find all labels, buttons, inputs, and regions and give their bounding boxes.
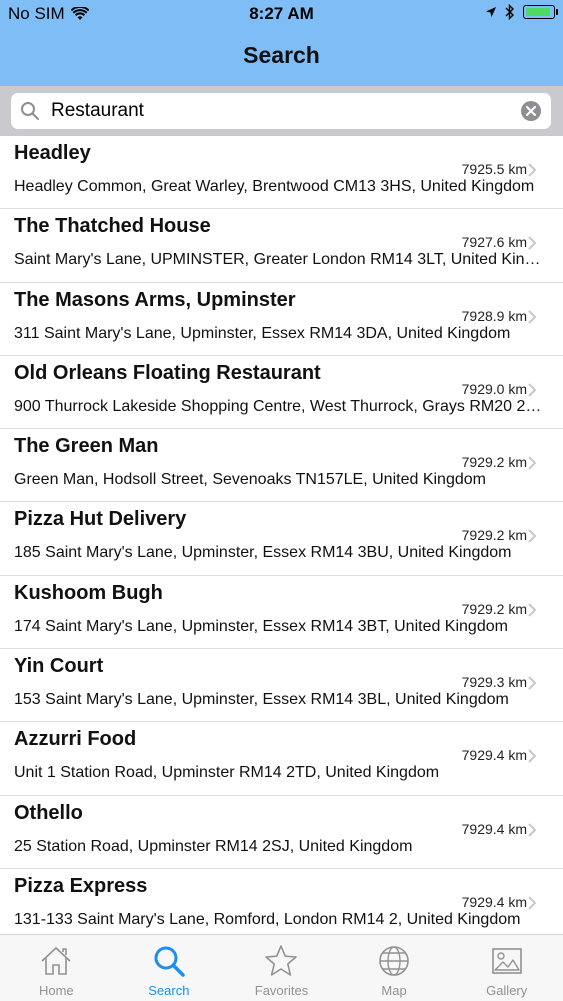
location-arrow-icon (486, 7, 496, 17)
chevron-right-icon (528, 163, 537, 177)
result-distance: 7927.6 km (461, 234, 527, 251)
search-icon (154, 946, 185, 977)
result-name: Kushoom Bugh (14, 581, 163, 604)
result-address: Headley Common, Great Warley, Brentwood … (14, 178, 535, 195)
result-row[interactable]: The Masons Arms, Upminster 7928.9 km 311… (0, 283, 563, 356)
result-name: Pizza Hut Delivery (14, 508, 187, 531)
tab-label: Favorites (254, 983, 309, 998)
bluetooth-icon (505, 4, 514, 20)
clear-search-button[interactable] (521, 101, 541, 121)
tab-label: Search (148, 983, 190, 998)
chevron-right-icon (528, 676, 537, 690)
result-distance: 7929.4 km (461, 820, 527, 837)
result-distance: 7929.2 km (461, 454, 527, 471)
home-icon (41, 946, 71, 975)
result-name: Othello (14, 801, 83, 824)
chevron-right-icon (528, 822, 537, 837)
tab-label: Gallery (486, 983, 528, 998)
result-name: Yin Court (14, 655, 104, 678)
status-right (485, 4, 558, 20)
results-list: Headley 7925.5 km Headley Common, Great … (0, 136, 563, 943)
status-bar: No SIM 8:27 AM (0, 0, 563, 28)
result-distance: 7929.2 km (461, 527, 527, 544)
result-row[interactable]: Headley 7925.5 km Headley Common, Great … (0, 136, 563, 210)
result-address: 25 Station Road, Upminster RM14 2SJ, Uni… (14, 837, 413, 855)
chevron-right-icon (528, 309, 537, 324)
search-field[interactable] (11, 93, 551, 129)
result-row[interactable]: Azzurri Food 7929.4 km Unit 1 Station Ro… (0, 722, 563, 796)
result-name: Old Orleans Floating Restaurant (14, 361, 321, 384)
search-icon (21, 102, 39, 120)
result-row[interactable]: Old Orleans Floating Restaurant 7929.0 k… (0, 356, 563, 430)
tab-label: Home (38, 983, 74, 998)
result-distance: 7929.2 km (461, 600, 527, 617)
result-address: 311 Saint Mary's Lane, Upminster, Essex … (14, 324, 511, 342)
tab-favorites[interactable]: Favorites (225, 935, 338, 1001)
result-distance: 7925.5 km (461, 161, 527, 177)
result-address: 131-133 Saint Mary's Lane, Romford, Lond… (14, 910, 521, 928)
result-distance: 7929.0 km (461, 380, 527, 397)
result-address: 185 Saint Mary's Lane, Upminster, Essex … (14, 544, 512, 562)
chevron-right-icon (528, 749, 537, 764)
battery-icon (523, 5, 558, 19)
result-row[interactable]: The Green Man 7929.2 km Green Man, Hodso… (0, 429, 563, 503)
result-address: 174 Saint Mary's Lane, Upminster, Essex … (14, 617, 508, 635)
result-distance: 7929.3 km (461, 674, 527, 691)
result-row[interactable]: Othello 7929.4 km 25 Station Road, Upmin… (0, 796, 563, 869)
result-row[interactable]: Pizza Express 7929.4 km 131-133 Saint Ma… (0, 869, 563, 943)
result-address: Saint Mary's Lane, UPMINSTER, Greater Lo… (14, 251, 546, 269)
page-title: Search (243, 42, 320, 68)
result-address: 900 Thurrock Lakeside Shopping Centre, W… (14, 397, 546, 415)
clear-icon (526, 106, 536, 116)
chevron-right-icon (528, 603, 537, 617)
globe-icon (379, 946, 409, 976)
navigation-bar: Search (0, 28, 563, 86)
result-address: Green Man, Hodsoll Street, Sevenoaks TN1… (14, 471, 486, 489)
search-input[interactable] (51, 93, 491, 129)
result-name: Headley (14, 142, 91, 164)
result-row[interactable]: The Thatched House 7927.6 km Saint Mary'… (0, 209, 563, 283)
picture-icon (491, 948, 522, 974)
tab-search[interactable]: Search (113, 935, 226, 1001)
result-address: 153 Saint Mary's Lane, Upminster, Essex … (14, 691, 509, 709)
chevron-right-icon (528, 529, 537, 544)
chevron-right-icon (528, 236, 537, 251)
result-name: Azzurri Food (14, 728, 137, 751)
result-name: The Green Man (14, 435, 159, 458)
result-row[interactable]: Kushoom Bugh 7929.2 km 174 Saint Mary's … (0, 576, 563, 650)
tab-map[interactable]: Map (338, 935, 451, 1001)
result-name: Pizza Express (14, 874, 148, 897)
result-row[interactable]: Pizza Hut Delivery 7929.2 km 185 Saint M… (0, 502, 563, 576)
result-name: The Thatched House (14, 215, 211, 238)
chevron-right-icon (528, 456, 537, 470)
result-distance: 7928.9 km (461, 307, 527, 324)
result-name: The Masons Arms, Upminster (14, 288, 296, 311)
tab-gallery[interactable]: Gallery (450, 935, 563, 1001)
status-time: 8:27 AM (249, 4, 314, 23)
star-icon (265, 945, 298, 976)
search-bar (0, 86, 563, 136)
tab-bar: Home Search Favorites Map Gallery (0, 934, 563, 1001)
tab-home[interactable]: Home (0, 935, 113, 1001)
result-address: Unit 1 Station Road, Upminster RM14 2TD,… (14, 764, 440, 782)
result-row[interactable]: Yin Court 7929.3 km 153 Saint Mary's Lan… (0, 649, 563, 723)
result-distance: 7929.4 km (461, 893, 527, 910)
chevron-right-icon (528, 896, 537, 910)
chevron-right-icon (528, 383, 537, 397)
tab-label: Map (381, 983, 407, 998)
result-distance: 7929.4 km (461, 747, 527, 764)
